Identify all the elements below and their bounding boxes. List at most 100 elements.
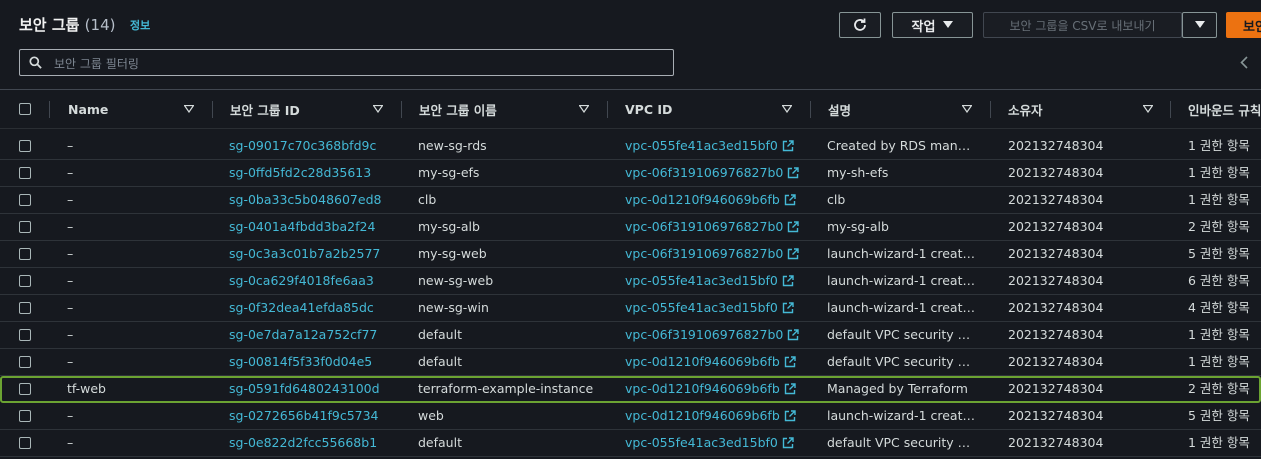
row-checkbox[interactable] [19,410,31,422]
row-vpc-id: vpc-0d1210f946069b6fb [625,381,780,396]
row-vpc-link[interactable]: vpc-055fe41ac3ed15bf0 [625,295,805,321]
row-checkbox[interactable] [19,302,31,314]
row-vpc-link[interactable]: vpc-0d1210f946069b6fb [625,349,805,375]
info-link[interactable]: 정보 [130,17,150,33]
row-vpc-link[interactable]: vpc-055fe41ac3ed15bf0 [625,133,805,159]
row-sg-id-link[interactable]: sg-09017c70c368bfd9c [229,133,399,159]
row-checkbox[interactable] [19,221,31,233]
row-description: Created by RDS management [827,138,977,153]
column-header-sg-id[interactable]: 보안 그룹 ID [230,90,300,128]
row-owner: 202132748304 [1008,192,1104,207]
row-sg-id-link[interactable]: sg-0e822d2fcc55668b1 [229,430,399,456]
table-row[interactable]: – sg-0f32dea41efda85dc new-sg-win vpc-05… [0,295,1261,322]
column-description-label: 설명 [828,102,852,118]
row-vpc-id: vpc-06f319106976827b0 [625,246,784,261]
column-divider [49,101,50,118]
column-header-owner[interactable]: 소유자 [1008,90,1043,128]
row-sg-id-link[interactable]: sg-0f32dea41efda85dc [229,295,399,321]
row-sg-id-link[interactable]: sg-0e7da7a12a752cf77 [229,322,399,348]
row-sg-id-link[interactable]: sg-0c3a3c01b7a2b2577 [229,241,399,267]
table-row[interactable]: – sg-0e822d2fcc55668b1 default vpc-055fe… [0,430,1261,457]
sort-caret-icon[interactable] [373,105,383,113]
row-inbound: 1 권한 항목 [1188,192,1250,207]
table-row[interactable]: – sg-09017c70c368bfd9c new-sg-rds vpc-05… [0,133,1261,160]
row-inbound: 4 권한 항목 [1188,300,1250,315]
table-row[interactable]: – sg-0ffd5fd2c28d35613 my-sg-efs vpc-06f… [0,160,1261,187]
external-link-icon [784,194,796,206]
sort-caret-icon[interactable] [962,105,972,113]
row-vpc-link[interactable]: vpc-06f319106976827b0 [625,322,805,348]
row-vpc-link[interactable]: vpc-06f319106976827b0 [625,214,805,240]
column-owner-label: 소유자 [1008,102,1043,118]
row-sg-name: my-sg-efs [418,165,480,180]
external-link-icon [782,140,794,152]
column-divider [1170,101,1171,118]
row-sg-id-link[interactable]: sg-0401a4fbdd3ba2f24 [229,214,399,240]
filter-search[interactable] [19,49,674,76]
row-inbound: 1 권한 항목 [1188,354,1250,369]
sort-caret-icon[interactable] [1143,105,1153,113]
row-inbound: 1 권한 항목 [1188,435,1250,450]
row-name: – [67,300,74,315]
pagination-prev-button[interactable] [1236,52,1252,72]
row-sg-name: default [418,435,462,450]
row-vpc-link[interactable]: vpc-0d1210f946069b6fb [625,376,805,402]
row-sg-id-link[interactable]: sg-0ca629f4018fe6aa3 [229,268,399,294]
row-sg-id-link[interactable]: sg-0ba33c5b048607ed8 [229,187,399,213]
column-header-inbound[interactable]: 인바운드 규칙 [1188,90,1261,128]
row-name: – [67,354,74,369]
row-sg-id-link[interactable]: sg-0272656b41f9c5734 [229,403,399,429]
table-row[interactable]: – sg-0ca629f4018fe6aa3 new-sg-web vpc-05… [0,268,1261,295]
row-sg-name: my-sg-web [418,246,487,261]
row-owner: 202132748304 [1008,435,1104,450]
row-vpc-link[interactable]: vpc-06f319106976827b0 [625,241,805,267]
caret-down-icon [1194,21,1205,28]
table-row[interactable]: – sg-0272656b41f9c5734 web vpc-0d1210f94… [0,403,1261,430]
row-description: default VPC security group [827,435,977,450]
row-vpc-id: vpc-055fe41ac3ed15bf0 [625,435,778,450]
table-row[interactable]: – sg-00814f5f33f0d04e5 default vpc-0d121… [0,349,1261,376]
export-csv-button[interactable]: 보안 그룹을 CSV로 내보내기 [983,12,1182,38]
refresh-button[interactable] [839,12,881,38]
row-sg-id-link[interactable]: sg-00814f5f33f0d04e5 [229,349,399,375]
row-checkbox[interactable] [19,356,31,368]
search-input[interactable] [52,53,656,74]
row-vpc-link[interactable]: vpc-0d1210f946069b6fb [625,187,805,213]
sort-caret-icon[interactable] [184,105,194,113]
row-checkbox[interactable] [19,437,31,449]
column-header-vpc-id[interactable]: VPC ID [625,90,672,128]
table-row-highlighted[interactable]: tf-web sg-0591fd6480243100d terraform-ex… [0,376,1261,403]
sort-caret-icon[interactable] [782,105,792,113]
row-checkbox[interactable] [19,248,31,260]
row-vpc-link[interactable]: vpc-06f319106976827b0 [625,160,805,186]
table-row[interactable]: – sg-0401a4fbdd3ba2f24 my-sg-alb vpc-06f… [0,214,1261,241]
row-sg-id-link[interactable]: sg-0ffd5fd2c28d35613 [229,160,399,186]
row-checkbox[interactable] [19,167,31,179]
row-description: default VPC security group [827,327,977,342]
table-row[interactable]: – sg-0ba33c5b048607ed8 clb vpc-0d1210f94… [0,187,1261,214]
row-checkbox[interactable] [19,329,31,341]
column-header-name[interactable]: Name [68,90,108,128]
row-checkbox[interactable] [19,140,31,152]
export-csv-dropdown[interactable] [1182,12,1217,38]
row-vpc-link[interactable]: vpc-055fe41ac3ed15bf0 [625,430,805,456]
row-owner: 202132748304 [1008,138,1104,153]
title-count: (14) [84,16,116,34]
column-header-description[interactable]: 설명 [828,90,851,128]
row-checkbox[interactable] [19,383,31,395]
table-row[interactable]: – sg-0c3a3c01b7a2b2577 my-sg-web vpc-06f… [0,241,1261,268]
actions-button[interactable]: 작업 [892,12,973,38]
select-all-checkbox[interactable] [19,103,31,115]
row-checkbox[interactable] [19,194,31,206]
sort-caret-icon[interactable] [579,105,589,113]
row-name: – [67,138,74,153]
column-header-sg-name[interactable]: 보안 그룹 이름 [419,90,497,128]
row-vpc-link[interactable]: vpc-0d1210f946069b6fb [625,403,805,429]
row-vpc-link[interactable]: vpc-055fe41ac3ed15bf0 [625,268,805,294]
table-row[interactable]: – sg-0e7da7a12a752cf77 default vpc-06f31… [0,322,1261,349]
row-inbound: 5 권한 항목 [1188,246,1250,261]
column-divider [607,101,608,118]
row-sg-id-link[interactable]: sg-0591fd6480243100d [229,376,399,402]
row-checkbox[interactable] [19,275,31,287]
create-security-group-button[interactable]: 보안 [1226,12,1261,38]
